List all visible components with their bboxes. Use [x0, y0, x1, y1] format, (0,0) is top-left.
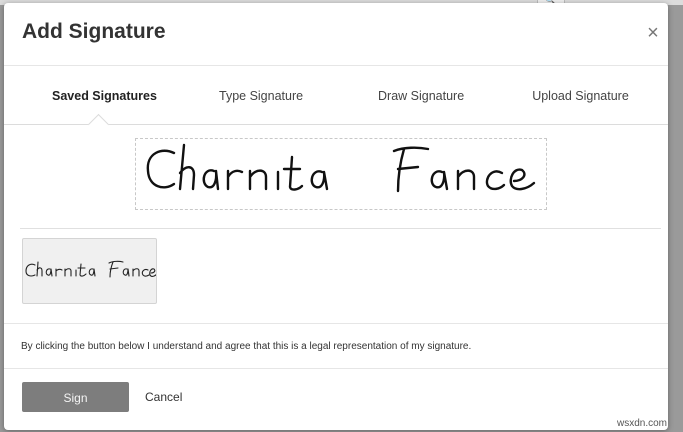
tab-saved-signatures[interactable]: Saved Signatures [52, 66, 157, 124]
saved-signature-drawing [25, 260, 158, 278]
dialog-header: Add Signature × [4, 3, 668, 66]
legal-notice: By clicking the button below I understan… [4, 323, 668, 369]
close-icon[interactable]: × [645, 23, 661, 43]
sign-button[interactable]: Sign [22, 382, 129, 412]
add-signature-dialog: Add Signature × Saved Signatures Type Si… [4, 3, 668, 430]
tab-draw-signature[interactable]: Draw Signature [378, 66, 464, 124]
legal-text: By clicking the button below I understan… [21, 341, 472, 352]
saved-signature-item[interactable] [22, 238, 158, 304]
watermark: wsxdn.com [617, 418, 668, 429]
signature-preview-drawing [146, 143, 536, 193]
tab-upload-signature[interactable]: Upload Signature [532, 66, 629, 124]
signature-preview [135, 138, 547, 210]
tab-type-signature[interactable]: Type Signature [219, 66, 303, 124]
cancel-button[interactable]: Cancel [145, 382, 182, 412]
dialog-title: Add Signature [22, 20, 166, 43]
section-divider [20, 228, 661, 229]
signature-tabs: Saved Signatures Type Signature Draw Sig… [4, 66, 668, 125]
